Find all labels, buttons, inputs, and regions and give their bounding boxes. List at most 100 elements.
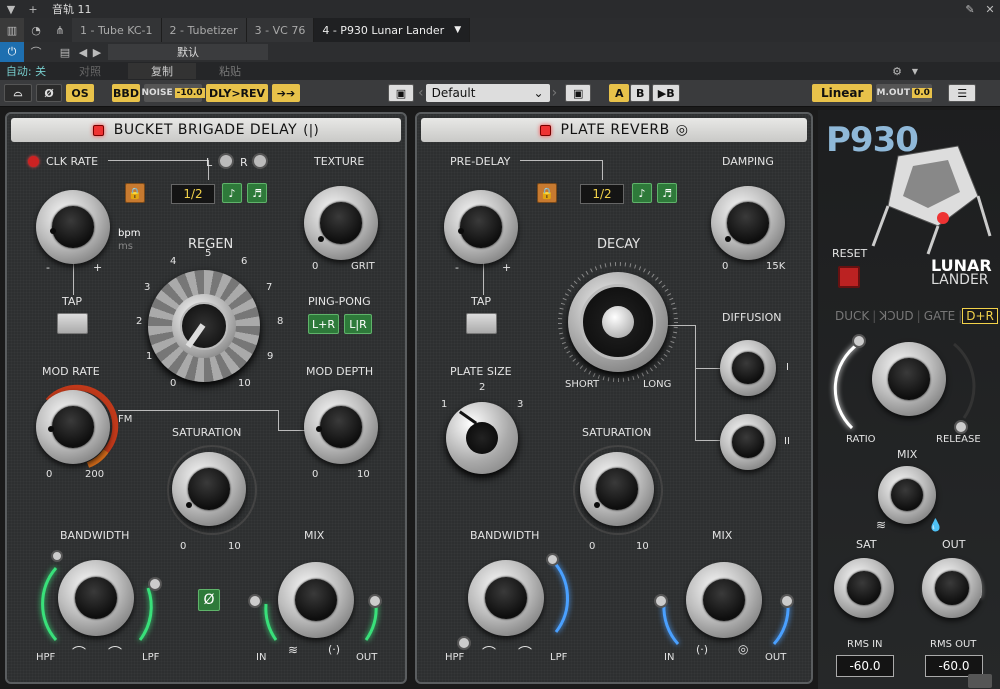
tab-plugin-1[interactable]: 1 - Tube KC-1: [72, 18, 162, 42]
mode-button[interactable]: Linear: [812, 84, 873, 102]
ratio-handle[interactable]: [852, 334, 866, 348]
next-preset-icon[interactable]: ▶: [90, 42, 104, 62]
tab-plugin-4[interactable]: 4 - P930 Lunar Lander ▼: [314, 18, 471, 42]
pin-icon[interactable]: ✎: [960, 0, 980, 19]
delay-mix-knob[interactable]: [278, 562, 354, 638]
delay-triplet-icon[interactable]: ♬: [247, 183, 267, 203]
tab-dropdown-icon[interactable]: ▼: [454, 25, 461, 35]
phase-icon[interactable]: Ø: [36, 84, 62, 102]
delay-r-trim-knob[interactable]: [252, 153, 268, 169]
menu-arrow-icon[interactable]: ▼: [0, 0, 22, 19]
side-out-knob[interactable]: [922, 558, 982, 618]
pp-split-button[interactable]: L|R: [344, 314, 372, 334]
side-sat-knob[interactable]: [834, 558, 894, 618]
release-handle[interactable]: [954, 420, 968, 434]
delay-hpf-shape-icon[interactable]: ⌒: [72, 643, 86, 663]
delay-tap-button[interactable]: [57, 313, 88, 334]
rack-icon[interactable]: ▥: [0, 18, 24, 42]
mode-duck-inverse[interactable]: ꓘƆUD: [876, 309, 916, 323]
mout-control[interactable]: M.OUT 0.0: [876, 84, 933, 102]
reverb-hpf-handle[interactable]: [457, 636, 471, 650]
delay-l-trim-knob[interactable]: [218, 153, 234, 169]
reverb-in-handle[interactable]: [654, 594, 668, 608]
mod-rate-knob[interactable]: [36, 390, 110, 464]
clk-rate-knob[interactable]: [36, 190, 110, 264]
a-button[interactable]: A: [609, 84, 630, 102]
dial-icon[interactable]: ◔: [24, 18, 48, 42]
delay-heat-icon[interactable]: ≋: [288, 643, 298, 657]
texture-knob[interactable]: [304, 186, 378, 260]
reverb-lpf-shape-icon[interactable]: ⌒: [518, 643, 532, 663]
regen-knob[interactable]: [148, 270, 260, 382]
reverb-tap-button[interactable]: [466, 313, 497, 334]
reverb-stereo-icon[interactable]: (·): [696, 643, 708, 656]
noise-control[interactable]: NOISE -10.0: [141, 84, 205, 102]
delay-lock-icon[interactable]: 🔒: [125, 183, 145, 203]
close-icon[interactable]: ✕: [980, 0, 1000, 19]
delay-stereo-icon[interactable]: (·): [328, 643, 340, 656]
routing-icon[interactable]: ⋔: [48, 18, 72, 42]
auto-label[interactable]: 自动: 关: [0, 63, 52, 79]
routing-button[interactable]: DLY>REV: [206, 84, 268, 102]
os-button[interactable]: OS: [66, 84, 94, 102]
b-button[interactable]: B: [630, 84, 651, 102]
add-icon[interactable]: +: [22, 0, 44, 19]
delay-in-handle[interactable]: [248, 594, 262, 608]
copy-button[interactable]: 复制: [128, 63, 196, 79]
reverb-mix-knob[interactable]: [686, 562, 762, 638]
next-preset-icon[interactable]: ›: [552, 85, 558, 101]
delay-bandwidth-knob[interactable]: [58, 560, 134, 636]
reverb-sync-display[interactable]: 1/2: [580, 184, 624, 204]
ratio-release-knob[interactable]: [872, 342, 946, 416]
reverb-note-icon[interactable]: ♪: [632, 183, 652, 203]
side-mix-knob[interactable]: [878, 466, 936, 524]
prev-preset-icon[interactable]: ‹: [418, 85, 424, 101]
mode-d-plus-r[interactable]: D+R: [962, 308, 998, 324]
link-icon[interactable]: ⌓: [4, 84, 32, 102]
reverb-lock-icon[interactable]: 🔒: [537, 183, 557, 203]
pp-lr-button[interactable]: L+R: [308, 314, 339, 334]
settings-gear-icon[interactable]: ⚙: [888, 61, 906, 81]
reverb-triplet-icon[interactable]: ♬: [657, 183, 677, 203]
automation-icon[interactable]: ⌒: [24, 42, 48, 62]
reverb-swirl-small-icon[interactable]: ◎: [738, 642, 748, 656]
delay-note-icon[interactable]: ♪: [222, 183, 242, 203]
bbd-button[interactable]: BBD: [112, 84, 140, 102]
diffusion-2-knob[interactable]: [720, 414, 776, 470]
reverb-saturation-knob[interactable]: [580, 452, 654, 526]
reverb-bandwidth-knob[interactable]: [468, 560, 544, 636]
decay-knob[interactable]: [568, 272, 668, 372]
tab-plugin-3[interactable]: 3 - VC 76: [246, 18, 315, 42]
copy-ab-button[interactable]: ▶B: [652, 84, 681, 102]
damping-knob[interactable]: [711, 186, 785, 260]
load-preset-icon[interactable]: ▣: [565, 84, 592, 102]
delay-saturation-knob[interactable]: [172, 452, 246, 526]
reverb-out-handle[interactable]: [780, 594, 794, 608]
delay-lpf-shape-icon[interactable]: ⌒: [108, 643, 122, 663]
resize-handle-icon[interactable]: [968, 674, 992, 688]
host-preset-name[interactable]: 默认: [108, 44, 268, 60]
prev-preset-icon[interactable]: ◀: [76, 42, 90, 62]
plate-size-knob[interactable]: [446, 402, 518, 474]
delay-phase-icon[interactable]: Ø: [198, 589, 220, 611]
paste-button[interactable]: 粘贴: [196, 63, 264, 79]
diffusion-1-knob[interactable]: [720, 340, 776, 396]
delay-lpf-handle[interactable]: [148, 577, 162, 591]
mode-gate[interactable]: GATE: [921, 309, 959, 323]
bpm-label[interactable]: bpm: [118, 228, 140, 239]
reverb-lpf-handle[interactable]: [546, 553, 559, 566]
ms-label[interactable]: ms: [118, 241, 133, 252]
delay-power-led[interactable]: [92, 124, 104, 136]
delay-hpf-handle[interactable]: [51, 550, 63, 562]
power-icon[interactable]: ⏻: [0, 42, 24, 62]
preset-select[interactable]: Default ⌄: [425, 84, 550, 102]
delay-sync-display[interactable]: 1/2: [171, 184, 215, 204]
mod-depth-knob[interactable]: [304, 390, 378, 464]
preset-list-icon[interactable]: ▤: [54, 42, 76, 62]
tab-plugin-2[interactable]: 2 - Tubetizer: [161, 18, 247, 42]
settings-arrow-icon[interactable]: ▼: [906, 61, 924, 81]
forward-icon[interactable]: ➔➔: [272, 84, 300, 102]
reverb-hpf-shape-icon[interactable]: ⌒: [482, 643, 496, 663]
mode-duck[interactable]: DUCK: [832, 309, 872, 323]
reverb-power-led[interactable]: [539, 124, 551, 136]
